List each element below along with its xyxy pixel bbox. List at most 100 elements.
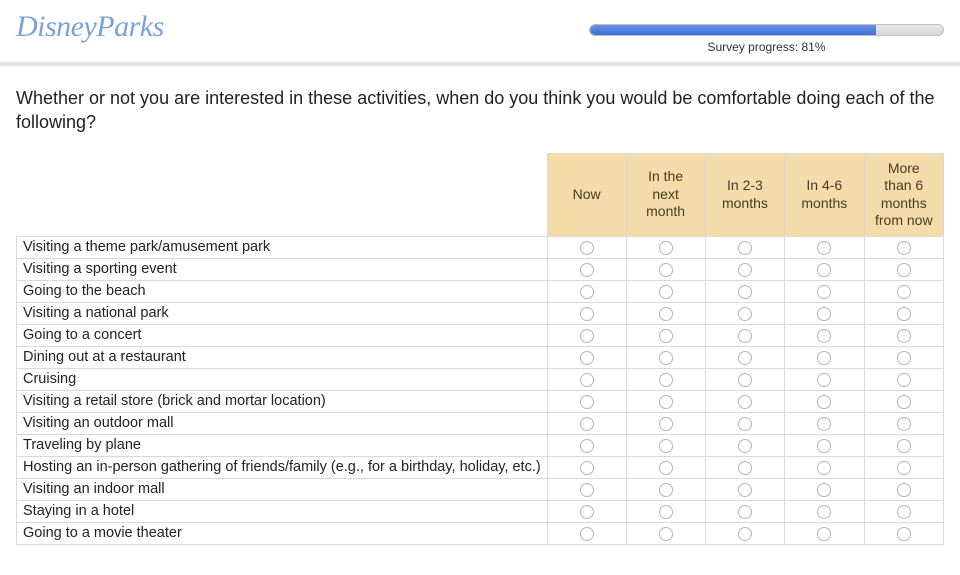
radio-option[interactable] <box>659 307 673 321</box>
table-row: Visiting an indoor mall <box>17 478 944 500</box>
radio-option[interactable] <box>897 395 911 409</box>
radio-option[interactable] <box>738 263 752 277</box>
radio-option[interactable] <box>659 505 673 519</box>
radio-option[interactable] <box>738 329 752 343</box>
radio-option[interactable] <box>659 373 673 387</box>
option-cell <box>626 390 705 412</box>
row-label: Staying in a hotel <box>17 500 548 522</box>
radio-option[interactable] <box>659 395 673 409</box>
radio-option[interactable] <box>817 307 831 321</box>
content: Whether or not you are interested in the… <box>0 66 960 575</box>
table-row: Visiting a national park <box>17 302 944 324</box>
radio-option[interactable] <box>817 527 831 541</box>
row-label: Traveling by plane <box>17 434 548 456</box>
radio-option[interactable] <box>897 527 911 541</box>
radio-option[interactable] <box>738 241 752 255</box>
radio-option[interactable] <box>738 461 752 475</box>
option-cell <box>864 434 943 456</box>
radio-option[interactable] <box>817 461 831 475</box>
radio-option[interactable] <box>580 505 594 519</box>
radio-option[interactable] <box>659 351 673 365</box>
radio-option[interactable] <box>738 483 752 497</box>
option-cell <box>626 236 705 258</box>
radio-option[interactable] <box>897 263 911 277</box>
radio-option[interactable] <box>659 329 673 343</box>
row-label: Dining out at a restaurant <box>17 346 548 368</box>
radio-option[interactable] <box>580 329 594 343</box>
radio-option[interactable] <box>738 527 752 541</box>
radio-option[interactable] <box>580 285 594 299</box>
radio-option[interactable] <box>659 417 673 431</box>
radio-option[interactable] <box>817 373 831 387</box>
radio-option[interactable] <box>897 505 911 519</box>
option-cell <box>785 456 864 478</box>
radio-option[interactable] <box>817 505 831 519</box>
radio-option[interactable] <box>817 351 831 365</box>
radio-option[interactable] <box>659 285 673 299</box>
col-header-3: In 4-6 months <box>785 153 864 236</box>
radio-option[interactable] <box>659 483 673 497</box>
option-cell <box>626 456 705 478</box>
radio-option[interactable] <box>897 373 911 387</box>
option-cell <box>785 478 864 500</box>
radio-option[interactable] <box>738 307 752 321</box>
radio-option[interactable] <box>659 439 673 453</box>
radio-option[interactable] <box>817 483 831 497</box>
radio-option[interactable] <box>738 351 752 365</box>
option-cell <box>547 368 626 390</box>
option-cell <box>864 236 943 258</box>
radio-option[interactable] <box>817 329 831 343</box>
radio-option[interactable] <box>897 461 911 475</box>
option-cell <box>785 346 864 368</box>
radio-option[interactable] <box>659 527 673 541</box>
radio-option[interactable] <box>817 417 831 431</box>
radio-option[interactable] <box>580 395 594 409</box>
radio-option[interactable] <box>897 307 911 321</box>
radio-option[interactable] <box>897 285 911 299</box>
option-cell <box>705 478 784 500</box>
radio-option[interactable] <box>897 329 911 343</box>
radio-option[interactable] <box>738 285 752 299</box>
radio-option[interactable] <box>580 417 594 431</box>
option-cell <box>547 434 626 456</box>
header-row: Now In the next month In 2-3 months In 4… <box>17 153 944 236</box>
radio-option[interactable] <box>817 263 831 277</box>
radio-option[interactable] <box>897 483 911 497</box>
radio-option[interactable] <box>659 461 673 475</box>
radio-option[interactable] <box>817 241 831 255</box>
radio-option[interactable] <box>580 351 594 365</box>
radio-option[interactable] <box>580 483 594 497</box>
option-cell <box>705 500 784 522</box>
radio-option[interactable] <box>580 307 594 321</box>
radio-option[interactable] <box>738 505 752 519</box>
radio-option[interactable] <box>738 417 752 431</box>
radio-option[interactable] <box>817 439 831 453</box>
radio-option[interactable] <box>580 439 594 453</box>
table-row: Visiting a sporting event <box>17 258 944 280</box>
row-label: Visiting an indoor mall <box>17 478 548 500</box>
option-cell <box>547 236 626 258</box>
radio-option[interactable] <box>659 263 673 277</box>
radio-option[interactable] <box>580 263 594 277</box>
radio-option[interactable] <box>897 439 911 453</box>
radio-option[interactable] <box>738 395 752 409</box>
radio-option[interactable] <box>580 241 594 255</box>
radio-option[interactable] <box>738 439 752 453</box>
radio-option[interactable] <box>738 373 752 387</box>
radio-option[interactable] <box>817 395 831 409</box>
row-label: Cruising <box>17 368 548 390</box>
progress-wrap: Survey progress: 81% <box>589 24 944 54</box>
radio-option[interactable] <box>580 373 594 387</box>
radio-option[interactable] <box>897 351 911 365</box>
radio-option[interactable] <box>580 527 594 541</box>
option-cell <box>864 368 943 390</box>
option-cell <box>705 280 784 302</box>
radio-option[interactable] <box>817 285 831 299</box>
radio-option[interactable] <box>897 417 911 431</box>
radio-option[interactable] <box>897 241 911 255</box>
radio-option[interactable] <box>659 241 673 255</box>
radio-option[interactable] <box>580 461 594 475</box>
option-cell <box>547 302 626 324</box>
option-cell <box>705 456 784 478</box>
option-cell <box>785 368 864 390</box>
